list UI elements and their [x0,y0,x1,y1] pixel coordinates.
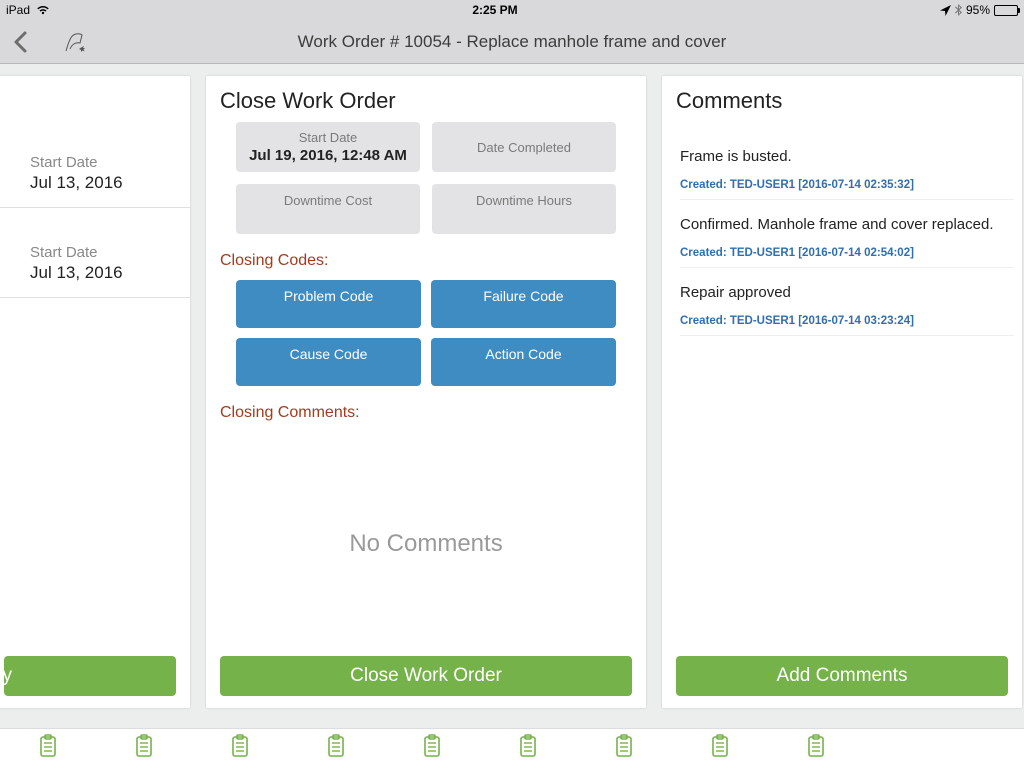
activity-button[interactable]: tivity [4,656,176,696]
date-completed-box[interactable]: Date Completed [432,122,616,172]
comment-meta: Created: TED-USER1 [2016-07-14 02:54:02] [680,247,1014,268]
list-item[interactable]: Start Date Jul 13, 2016 [0,236,190,298]
clipboard-icon [518,734,538,763]
start-date-value: Jul 13, 2016 [30,173,190,193]
toolbar-item[interactable] [576,734,672,763]
comment-text: Repair approved [680,284,1014,301]
start-date-box[interactable]: Start Date Jul 19, 2016, 12:48 AM [236,122,420,172]
closing-codes-label: Closing Codes: [206,234,646,280]
nav-bar: Work Order # 10054 - Replace manhole fra… [0,20,1024,64]
content-area: Start Date Jul 13, 2016 Start Date Jul 1… [0,64,1024,728]
action-code-button[interactable]: Action Code [431,338,616,386]
clipboard-icon [422,734,442,763]
location-icon [940,5,951,16]
toolbar-item[interactable] [192,734,288,763]
comment-item: Repair approved Created: TED-USER1 [2016… [680,268,1014,336]
bluetooth-icon [955,4,962,16]
comments-panel: Comments Frame is busted. Created: TED-U… [662,76,1022,708]
downtime-cost-box[interactable]: Downtime Cost [236,184,420,234]
toolbar-item[interactable] [0,734,96,763]
comment-text: Confirmed. Manhole frame and cover repla… [680,216,1014,233]
back-button[interactable] [10,31,32,53]
clipboard-icon [806,734,826,763]
panel-title: Close Work Order [206,76,646,122]
left-panel: Start Date Jul 13, 2016 Start Date Jul 1… [0,76,190,708]
failure-code-button[interactable]: Failure Code [431,280,616,328]
clipboard-icon [710,734,730,763]
problem-code-button[interactable]: Problem Code [236,280,421,328]
comment-text: Frame is busted. [680,148,1014,165]
close-work-order-panel: Close Work Order Start Date Jul 19, 2016… [206,76,646,708]
page-title: Work Order # 10054 - Replace manhole fra… [0,32,1024,52]
status-bar: iPad 2:25 PM 95% [0,0,1024,20]
battery-icon [994,5,1018,16]
clipboard-icon [134,734,154,763]
no-comments-placeholder: No Comments [206,432,646,656]
battery-pct: 95% [966,3,990,17]
clipboard-icon [38,734,58,763]
list-item[interactable]: Start Date Jul 13, 2016 [0,146,190,208]
start-date-label: Start Date [30,244,190,261]
toolbar-item[interactable] [96,734,192,763]
clipboard-icon [614,734,634,763]
toolbar-item[interactable] [480,734,576,763]
comment-meta: Created: TED-USER1 [2016-07-14 03:23:24] [680,315,1014,336]
downtime-hours-box[interactable]: Downtime Hours [432,184,616,234]
comment-meta: Created: TED-USER1 [2016-07-14 02:35:32] [680,179,1014,200]
add-comments-button[interactable]: Add Comments [676,656,1008,696]
start-date-value: Jul 13, 2016 [30,263,190,283]
toolbar-item[interactable] [384,734,480,763]
flag-icon[interactable] [62,30,92,54]
toolbar-item[interactable] [768,734,864,763]
clock: 2:25 PM [50,3,940,17]
start-date-label: Start Date [30,154,190,171]
device-label: iPad [6,3,30,17]
bottom-toolbar [0,728,1024,768]
toolbar-item[interactable] [288,734,384,763]
cause-code-button[interactable]: Cause Code [236,338,421,386]
comment-item: Frame is busted. Created: TED-USER1 [201… [680,132,1014,200]
wifi-icon [36,5,50,15]
comment-item: Confirmed. Manhole frame and cover repla… [680,200,1014,268]
toolbar-item[interactable] [672,734,768,763]
close-work-order-button[interactable]: Close Work Order [220,656,632,696]
closing-comments-label: Closing Comments: [206,386,646,432]
clipboard-icon [230,734,250,763]
panel-title: Comments [662,76,1022,122]
clipboard-icon [326,734,346,763]
